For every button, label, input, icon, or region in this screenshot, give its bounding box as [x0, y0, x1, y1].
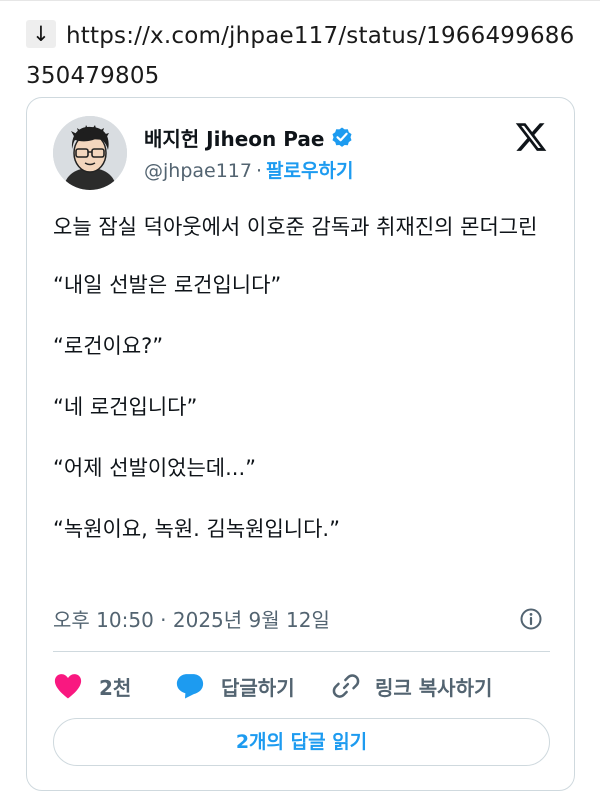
- like-button[interactable]: 2천: [53, 666, 131, 706]
- avatar-illustration: [53, 116, 127, 190]
- verified-badge-icon: [332, 127, 352, 147]
- author-handle[interactable]: @jhpae117: [144, 160, 252, 182]
- tweet-text: 오늘 잠실 덕아웃에서 이호준 감독과 취재진의 몬더그린 “내일 선발은 로건…: [53, 212, 553, 544]
- tweet-paragraph: “로건이요?”: [53, 334, 164, 358]
- status-url[interactable]: https://x.com/jhpae117/status/1966499686…: [26, 23, 574, 89]
- copy-link-button[interactable]: 링크 복사하기: [331, 666, 492, 706]
- speech-bubble-icon: [176, 674, 204, 699]
- tweet-timestamp[interactable]: 오후 10:50 · 2025년 9월 12일: [53, 604, 330, 633]
- tweet-paragraph: “내일 선발은 로건입니다”: [53, 273, 282, 297]
- author-name[interactable]: 배지헌 Jiheon Pae: [144, 123, 324, 152]
- card-divider: [53, 651, 550, 652]
- x-logo-icon[interactable]: [514, 120, 548, 154]
- link-icon: [332, 674, 360, 698]
- reply-button[interactable]: 답글하기: [175, 666, 295, 706]
- tweet-paragraph: “어제 선발이었는데...”: [53, 456, 257, 480]
- handle-row: @jhpae117 · 팔로우하기: [144, 156, 353, 183]
- info-icon[interactable]: [519, 607, 543, 631]
- separator-dot: ·: [255, 160, 263, 182]
- avatar[interactable]: [53, 116, 127, 190]
- read-replies-button[interactable]: 2개의 답글 읽기: [53, 718, 550, 766]
- author-name-row[interactable]: 배지헌 Jiheon Pae: [144, 122, 354, 152]
- source-link-line[interactable]: ↓ https://x.com/jhpae117/status/196649968…: [26, 16, 586, 96]
- follow-button[interactable]: 팔로우하기: [266, 160, 353, 182]
- heart-icon: [54, 674, 82, 699]
- embedded-tweet-card[interactable]: 배지헌 Jiheon Pae @jhpae117 · 팔로우하기 오늘 잠실 덕아웃…: [26, 97, 575, 791]
- down-arrow-icon: ↓: [26, 20, 56, 48]
- tweet-paragraph: “녹원이요, 녹원. 김녹원입니다.”: [53, 517, 340, 541]
- copy-link-label: 링크 복사하기: [375, 675, 493, 700]
- top-divider: [0, 0, 600, 1]
- tweet-paragraph: 오늘 잠실 덕아웃에서 이호준 감독과 취재진의 몬더그린: [53, 215, 538, 239]
- reply-label: 답글하기: [221, 675, 295, 700]
- tweet-paragraph: “네 로건입니다”: [53, 395, 198, 419]
- action-bar: 2천 답글하기 링크 복사하기: [53, 666, 550, 706]
- like-count: 2천: [99, 675, 132, 700]
